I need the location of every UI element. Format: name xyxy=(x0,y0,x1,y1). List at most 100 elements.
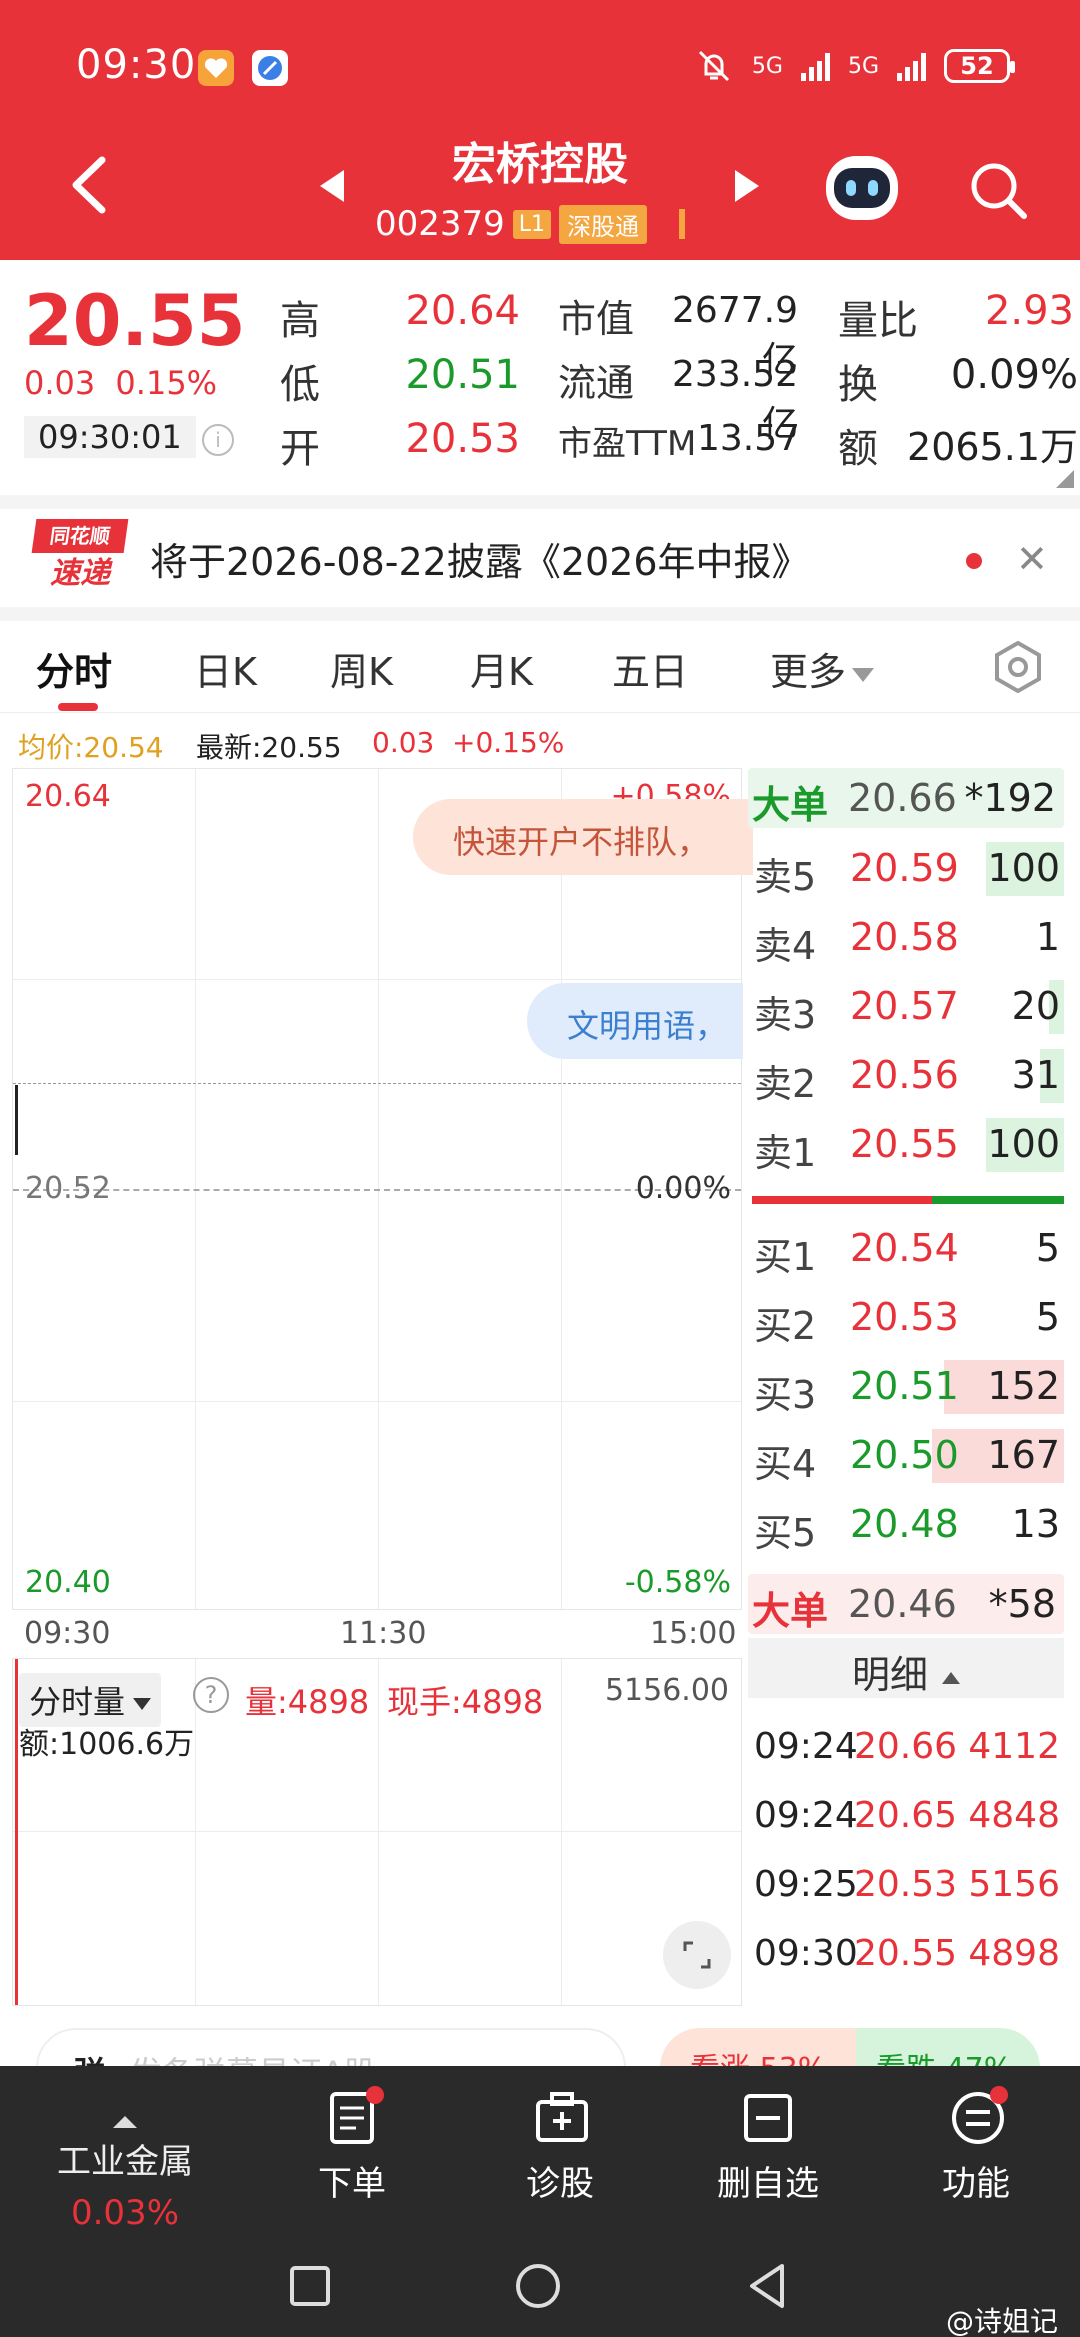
ask-price: 20.57 xyxy=(850,984,959,1028)
notice-banner[interactable]: 同花顺 速递 将于2026-08-22披露《2026年中报》 ✕ xyxy=(0,509,1080,607)
back-nav-icon[interactable] xyxy=(738,2256,798,2316)
recent-apps-icon[interactable] xyxy=(280,2256,340,2316)
nav-diagnose-label: 诊股 xyxy=(526,2164,594,2204)
tab-intraday[interactable]: 分时 xyxy=(36,641,112,696)
nav-function-button[interactable]: 功能 xyxy=(886,2086,1066,2205)
system-nav-bar xyxy=(0,2256,1080,2337)
low-value: 20.51 xyxy=(405,352,520,398)
trade-row: 09:24 20.65 4848 xyxy=(748,1787,1064,1855)
big-order-label: 大单 xyxy=(752,1589,829,1633)
danmaku-input[interactable]: 弹发条弹幕見证A股 xyxy=(36,2028,626,2068)
now-volume-value: 现手:4898 xyxy=(387,1683,544,1721)
battery-level: 52 xyxy=(960,52,994,80)
trade-qty: 4112 xyxy=(968,1726,1060,1767)
current-price: 20.55 xyxy=(24,280,246,362)
bid-qty: 5 xyxy=(1035,1295,1060,1339)
bid-row[interactable]: 买5 20.48 13 xyxy=(748,1490,1064,1558)
robot-assistant-icon[interactable] xyxy=(826,156,898,220)
bid-row[interactable]: 买3 20.51 152 xyxy=(748,1352,1064,1420)
big-sell-order: 大单 20.66 *192 xyxy=(748,768,1064,828)
big-order-price: 20.66 xyxy=(848,776,957,820)
close-icon[interactable]: ✕ xyxy=(1016,537,1048,581)
logo-top-text: 同花顺 xyxy=(31,519,129,553)
ask-qty: 31 xyxy=(1011,1053,1060,1097)
bid-row[interactable]: 买4 20.50 167 xyxy=(748,1421,1064,1489)
expand-corner-icon[interactable] xyxy=(1056,470,1074,488)
help-icon[interactable]: ? xyxy=(193,1677,229,1713)
bear-vote[interactable]: 看跌 47% xyxy=(856,2028,1040,2068)
chevron-down-icon xyxy=(852,667,875,682)
tab-more[interactable]: 更多 xyxy=(770,641,875,696)
danmaku-strip: 弹发条弹幕見证A股 看涨 53% 看跌 47% xyxy=(0,2008,1080,2068)
nav-remove-watchlist-button[interactable]: 删自选 xyxy=(678,2090,858,2205)
ask-label: 卖5 xyxy=(754,855,817,899)
intraday-chart[interactable]: 20.64 +0.58% 20.52 0.00% 20.40 -0.58% 快速… xyxy=(12,768,753,1610)
ask-row[interactable]: 卖3 20.57 20 xyxy=(748,972,1064,1040)
nav-order-button[interactable]: 下单 xyxy=(262,2086,442,2205)
turnover-label: 换 xyxy=(838,362,878,408)
grid-line xyxy=(13,1831,741,1832)
trade-qty: 5156 xyxy=(968,1864,1060,1905)
bid-label: 买3 xyxy=(754,1373,817,1417)
bid-price: 20.48 xyxy=(850,1502,959,1546)
network-label-2: 5G xyxy=(847,53,879,79)
detail-toggle[interactable]: 明细 xyxy=(748,1638,1064,1698)
battery-icon: 52 xyxy=(944,49,1015,83)
separator xyxy=(0,607,1080,621)
tab-monthly-k[interactable]: 月K xyxy=(470,641,533,696)
tab-weekly-k[interactable]: 周K xyxy=(330,641,393,696)
bid-price: 20.51 xyxy=(850,1364,959,1408)
trade-time: 09:24 xyxy=(754,1795,858,1836)
tab-five-day[interactable]: 五日 xyxy=(612,641,688,696)
big-order-price: 20.46 xyxy=(848,1582,957,1626)
chevron-down-icon xyxy=(133,1698,152,1710)
ask-row[interactable]: 卖2 20.56 31 xyxy=(748,1041,1064,1109)
nav-diagnose-button[interactable]: 诊股 xyxy=(470,2090,650,2205)
browser-app-icon xyxy=(252,50,288,86)
ask-row[interactable]: 卖5 20.59 100 xyxy=(748,834,1064,902)
stock-name: 宏桥控股 xyxy=(452,139,628,190)
bottom-nav: 工业金属 0.03% 下单 诊股 删自选 功能 xyxy=(0,2066,1080,2337)
bull-bear-vote[interactable]: 看涨 53% 看跌 47% xyxy=(660,2028,1040,2068)
badge-bar xyxy=(679,209,686,239)
bid-row[interactable]: 买2 20.53 5 xyxy=(748,1283,1064,1351)
trade-price: 20.65 xyxy=(854,1795,958,1836)
bid-row[interactable]: 买1 20.54 5 xyxy=(748,1214,1064,1282)
watermark: @诗姐记 xyxy=(945,2305,1058,2337)
bull-vote[interactable]: 看涨 53% xyxy=(660,2028,856,2068)
search-icon[interactable] xyxy=(966,158,1030,222)
ask-qty: 1 xyxy=(1035,915,1060,959)
trade-qty: 4848 xyxy=(968,1795,1060,1836)
grid-line xyxy=(378,1659,379,2005)
detail-label: 明细 xyxy=(851,1653,928,1697)
next-stock-icon[interactable] xyxy=(735,170,759,202)
big-order-label: 大单 xyxy=(752,783,829,827)
ask-row[interactable]: 卖1 20.55 100 xyxy=(748,1110,1064,1178)
civility-bubble: 文明用语， xyxy=(527,983,743,1059)
trade-price: 20.55 xyxy=(854,1933,958,1974)
home-icon[interactable] xyxy=(508,2256,568,2316)
account-ad-bubble[interactable]: 快速开户不排队， xyxy=(413,799,753,875)
mktcap-label: 市值 xyxy=(558,297,635,341)
chart-change: 0.03 xyxy=(372,726,435,759)
volume-dropdown-label: 分时量 xyxy=(29,1683,126,1721)
info-icon[interactable]: i xyxy=(202,424,234,456)
nav-order-label: 下单 xyxy=(318,2164,386,2204)
app-header: 09:30 5G 5G 52 宏桥控股 002379 L1 深股通 xyxy=(0,0,1080,260)
chart-tabs: 分时 日K 周K 月K 五日 更多 xyxy=(0,621,1080,713)
ask-price: 20.59 xyxy=(850,846,959,890)
bid-price: 20.53 xyxy=(850,1295,959,1339)
quote-panel: 20.55 0.03 0.15% 09:30:01 i 高 20.64 低 20… xyxy=(0,260,1080,500)
ask-label: 卖2 xyxy=(754,1062,817,1106)
volume-panel: 分时量 ? 量:4898 现手:4898 5156.00 额:1006.6万 xyxy=(12,1658,742,2006)
buy-sell-ratio-bar xyxy=(752,1196,1064,1204)
tab-daily-k[interactable]: 日K xyxy=(194,641,257,696)
settings-hex-icon[interactable] xyxy=(990,639,1046,695)
fullscreen-icon[interactable] xyxy=(663,1921,731,1989)
sector-button[interactable]: 工业金属 0.03% xyxy=(30,2116,220,2233)
ask-qty: 100 xyxy=(987,846,1060,890)
mute-bell-icon xyxy=(698,50,729,82)
network-label-1: 5G xyxy=(751,53,783,79)
chevron-up-icon xyxy=(113,2116,137,2128)
ask-row[interactable]: 卖4 20.58 1 xyxy=(748,903,1064,971)
